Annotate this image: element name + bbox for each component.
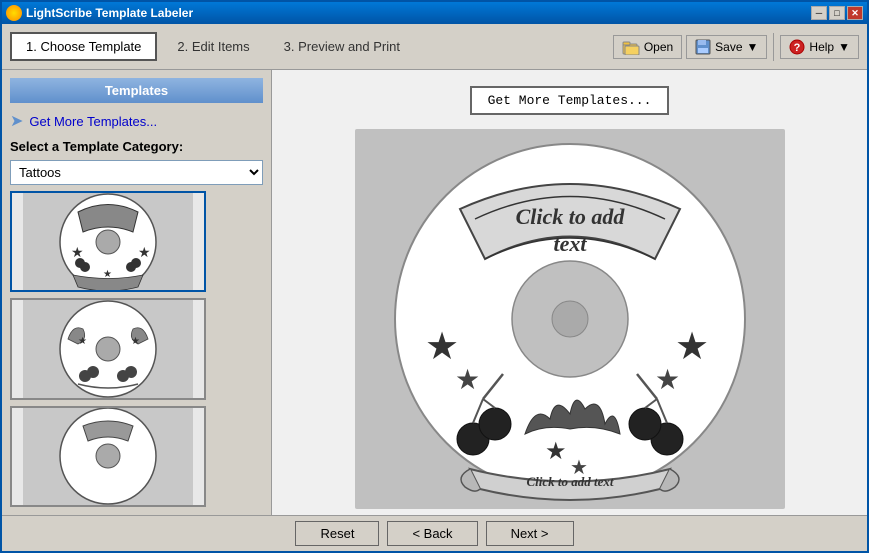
save-icon: [695, 39, 711, 55]
title-bar-left: LightScribe Template Labeler: [6, 5, 193, 21]
title-bar: LightScribe Template Labeler ─ □ ✕: [2, 2, 867, 24]
help-icon: ?: [789, 39, 805, 55]
category-select[interactable]: Tattoos Abstract Animals Borders Holiday…: [10, 160, 263, 185]
sidebar-header: Templates: [10, 78, 263, 103]
template-preview-1: ★ ★ ★: [23, 191, 193, 292]
svg-text:★: ★: [675, 326, 709, 368]
next-button[interactable]: Next >: [486, 521, 574, 546]
svg-text:★: ★: [71, 244, 84, 260]
help-label: Help: [809, 40, 834, 54]
app-window: LightScribe Template Labeler ─ □ ✕ 1. Ch…: [0, 0, 869, 553]
svg-text:★: ★: [425, 326, 459, 368]
open-icon: [622, 39, 640, 55]
help-button[interactable]: ? Help ▼: [780, 35, 859, 59]
step3-label[interactable]: 3. Preview and Print: [270, 34, 414, 59]
disc-preview: Click to add text ★ ★ ★ ★: [355, 129, 785, 509]
minimize-button[interactable]: ─: [811, 6, 827, 20]
help-dropdown-arrow[interactable]: ▼: [838, 40, 850, 54]
get-more-link-label: Get More Templates...: [29, 114, 157, 129]
disc-svg: Click to add text ★ ★ ★ ★: [355, 129, 785, 509]
close-button[interactable]: ✕: [847, 6, 863, 20]
maximize-button[interactable]: □: [829, 6, 845, 20]
svg-text:★: ★: [78, 336, 87, 347]
svg-text:?: ?: [794, 42, 801, 54]
svg-text:★: ★: [655, 364, 680, 395]
back-button[interactable]: < Back: [387, 521, 477, 546]
svg-text:Click to add text: Click to add text: [526, 474, 613, 489]
save-button[interactable]: Save ▼: [686, 35, 767, 59]
toolbar: 1. Choose Template 2. Edit Items 3. Prev…: [2, 24, 867, 70]
template-preview-2: ★ ★: [23, 298, 193, 399]
open-label: Open: [644, 40, 673, 54]
sidebar: Templates ➤ Get More Templates... Select…: [2, 70, 272, 515]
toolbar-right: Open Save ▼ ? Help ▼: [613, 33, 859, 61]
title-bar-buttons: ─ □ ✕: [811, 6, 863, 20]
svg-text:text: text: [553, 231, 587, 256]
step1-button[interactable]: 1. Choose Template: [10, 32, 157, 61]
template-list: ★ ★ ★: [10, 191, 263, 507]
step2-label[interactable]: 2. Edit Items: [163, 34, 263, 59]
window-title: LightScribe Template Labeler: [26, 6, 193, 20]
main-content: Templates ➤ Get More Templates... Select…: [2, 70, 867, 515]
get-more-templates-button[interactable]: Get More Templates...: [470, 86, 670, 115]
svg-text:★: ★: [545, 438, 567, 465]
content-area: Get More Templates...: [272, 70, 867, 515]
category-label: Select a Template Category:: [10, 139, 263, 154]
open-button[interactable]: Open: [613, 35, 682, 59]
svg-text:★: ★: [131, 336, 140, 347]
get-more-templates-link[interactable]: ➤ Get More Templates...: [10, 109, 263, 133]
template-thumb-1[interactable]: ★ ★ ★: [10, 191, 206, 292]
toolbar-separator: [773, 33, 774, 61]
template-thumb-2[interactable]: ★ ★: [10, 298, 206, 399]
app-icon: [6, 5, 22, 21]
arrow-icon: ➤: [10, 111, 23, 131]
svg-text:★: ★: [138, 244, 151, 260]
template-thumb-3[interactable]: [10, 406, 206, 507]
reset-button[interactable]: Reset: [295, 521, 379, 546]
bottom-bar: Reset < Back Next >: [2, 515, 867, 551]
template-preview-3: [23, 406, 193, 507]
save-label: Save: [715, 40, 742, 54]
svg-text:Click to add: Click to add: [515, 204, 625, 229]
svg-text:★: ★: [455, 364, 480, 395]
save-dropdown-arrow[interactable]: ▼: [747, 40, 759, 54]
